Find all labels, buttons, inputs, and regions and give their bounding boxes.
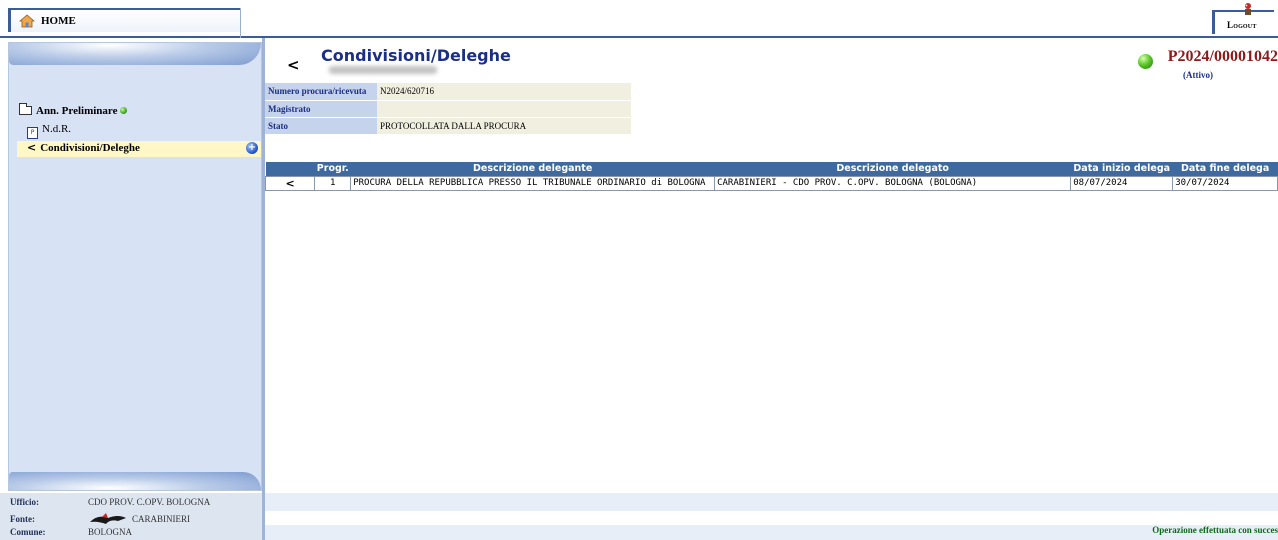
home-label: HOME — [41, 15, 76, 27]
carabinieri-logo-icon — [90, 513, 126, 524]
fonte-label: Fonte: — [10, 514, 35, 524]
info-row: Numero procura/ricevuta N2024/620716 — [265, 83, 631, 101]
col-header-progr[interactable]: Progr. — [314, 162, 351, 176]
info-key: Stato — [265, 117, 377, 135]
col-header-delegante[interactable]: Descrizione delegante — [350, 162, 715, 176]
info-row: Magistrato — [265, 100, 631, 118]
folder-icon — [19, 103, 32, 115]
pdf-doc-icon: P — [27, 127, 38, 139]
cell-delegato: CARABINIERI - CDO PROV. C.OPV. BOLOGNA (… — [714, 175, 1072, 191]
plus-circle-icon: + — [247, 142, 257, 153]
sidebar-item-ndr[interactable]: P N.d.R. — [27, 123, 71, 139]
col-header-data-fine[interactable]: Data fine delega — [1172, 162, 1278, 176]
procedure-status: (Attivo) — [1183, 70, 1213, 80]
top-bar: HOME Logout — [0, 0, 1278, 38]
procedure-info-table: Numero procura/ricevuta N2024/620716 Mag… — [265, 83, 631, 135]
blurred-subtitle — [329, 66, 437, 74]
table-header-row: Progr. Descrizione delegante Descrizione… — [265, 162, 1278, 176]
tree-root-ann-preliminare[interactable]: Ann. Preliminare — [19, 103, 128, 117]
sidebar-item-label: N.d.R. — [42, 123, 72, 135]
main-content: < Condivisioni/Deleghe P2024/00001042 (A… — [264, 42, 1278, 493]
cell-progr: 1 — [314, 175, 352, 191]
home-icon — [19, 14, 35, 28]
tree-root-label: Ann. Preliminare — [36, 105, 118, 117]
status-light-icon — [1138, 54, 1153, 69]
deleghe-table: Progr. Descrizione delegante Descrizione… — [264, 162, 1278, 191]
footer-info: Ufficio: CDO PROV. C.OPV. BOLOGNA Fonte: … — [0, 493, 262, 540]
cell-delegante: PROCURA DELLA REPUBBLICA PRESSO IL TRIBU… — [350, 175, 716, 191]
info-value — [377, 100, 631, 118]
sidebar-bottom-cap — [9, 472, 261, 490]
top-divider — [240, 8, 241, 38]
footer-ufficio: Ufficio: CDO PROV. C.OPV. BOLOGNA — [10, 497, 210, 507]
logout-label: Logout — [1227, 20, 1257, 30]
footer-comune: Comune: BOLOGNA — [10, 527, 132, 537]
info-key: Numero procura/ricevuta — [265, 83, 377, 101]
footer-status-bar-top — [265, 493, 1278, 511]
ufficio-value: CDO PROV. C.OPV. BOLOGNA — [88, 497, 211, 507]
info-value: PROTOCOLLATA DALLA PROCURA — [377, 117, 631, 135]
row-share-button[interactable]: < — [264, 175, 316, 191]
col-header-delegato[interactable]: Descrizione delegato — [714, 162, 1071, 176]
logout-button[interactable]: Logout — [1212, 3, 1274, 34]
table-row[interactable]: < 1 PROCURA DELLA REPUBBLICA PRESSO IL T… — [264, 175, 1278, 191]
ufficio-label: Ufficio: — [10, 497, 39, 507]
fonte-value: CARABINIERI — [132, 514, 190, 524]
sidebar-item-label: Condivisioni/Deleghe — [40, 142, 140, 154]
share-icon: < — [27, 141, 37, 154]
share-icon: < — [285, 176, 295, 190]
sidebar: Ann. Preliminare P N.d.R. < Condivisioni/D… — [8, 42, 262, 491]
info-row: Stato PROTOCOLLATA DALLA PROCURA — [265, 117, 631, 135]
home-button[interactable]: HOME — [8, 8, 240, 32]
col-header-action — [265, 162, 315, 176]
share-icon: < — [287, 56, 300, 74]
footer-fonte: Fonte: CARABINIERI — [10, 512, 190, 526]
page-title: Condivisioni/Deleghe — [321, 46, 511, 65]
comune-label: Comune: — [10, 527, 46, 537]
info-key: Magistrato — [265, 100, 377, 118]
operation-message: Operazione effettuata con succes — [1152, 525, 1278, 535]
add-delega-button[interactable]: + — [246, 142, 258, 154]
status-dot-icon — [120, 107, 128, 114]
sidebar-item-condivisioni-deleghe[interactable]: < Condivisioni/Deleghe — [17, 141, 261, 157]
procedure-code: P2024/00001042 — [1167, 48, 1278, 65]
col-header-data-inizio[interactable]: Data inizio delega — [1070, 162, 1173, 176]
sidebar-top-cap — [9, 43, 261, 65]
logout-icon — [1245, 3, 1251, 15]
cell-data-inizio: 08/07/2024 — [1070, 175, 1174, 191]
info-value: N2024/620716 — [377, 83, 631, 101]
comune-value: BOLOGNA — [88, 527, 132, 537]
cell-data-fine: 30/07/2024 — [1172, 175, 1278, 191]
